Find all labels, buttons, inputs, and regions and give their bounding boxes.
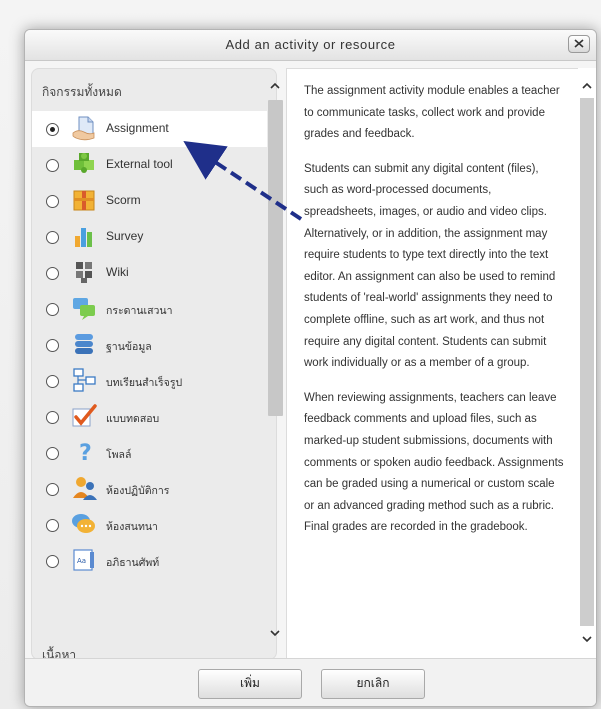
radio-button[interactable] xyxy=(46,195,59,208)
description-paragraph: The assignment activity module enables a… xyxy=(304,85,560,141)
assignment-icon xyxy=(72,116,95,141)
radio-button[interactable] xyxy=(46,231,59,244)
puzzle-icon xyxy=(74,153,94,173)
scrollbar-thumb[interactable] xyxy=(268,100,283,416)
radio-button[interactable] xyxy=(46,123,59,136)
bar-chart-icon xyxy=(75,228,92,247)
activity-description: The assignment activity module enables a… xyxy=(304,81,566,552)
description-panel: The assignment activity module enables a… xyxy=(286,68,580,660)
option-label: Assignment xyxy=(106,121,169,135)
workshop-icon xyxy=(73,477,97,500)
database-icon xyxy=(75,334,93,354)
option-label: External tool xyxy=(106,157,173,171)
dialog-footer: เพิ่ม ยกเลิก xyxy=(25,658,596,706)
radio-button[interactable] xyxy=(46,267,59,280)
activity-list-scrollbar[interactable] xyxy=(267,68,283,658)
option-quiz[interactable]: แบบทดสอบ xyxy=(32,399,267,435)
option-assignment[interactable]: Assignment xyxy=(32,111,267,147)
lesson-icon xyxy=(73,368,96,392)
category-header: กิจกรรมทั้งหมด xyxy=(42,85,122,99)
chat-icon xyxy=(72,514,95,533)
radio-button[interactable] xyxy=(46,555,59,568)
description-paragraph: When reviewing assignments, teachers can… xyxy=(304,391,564,534)
radio-button[interactable] xyxy=(46,411,59,424)
option-glossary[interactable]: Aa อภิธานศัพท์ xyxy=(32,543,267,579)
scroll-down-icon[interactable] xyxy=(582,636,592,643)
description-paragraph: Students can submit any digital content … xyxy=(304,162,556,370)
scroll-up-icon[interactable] xyxy=(582,82,592,89)
quiz-checkmark-icon xyxy=(72,404,97,427)
option-label: แบบทดสอบ xyxy=(106,413,160,425)
option-database[interactable]: ฐานข้อมูล xyxy=(32,327,267,363)
option-wiki[interactable]: Wiki xyxy=(32,255,267,291)
option-workshop[interactable]: ห้องปฏิบัติการ xyxy=(32,471,267,507)
forum-icon xyxy=(73,298,95,320)
radio-button[interactable] xyxy=(46,519,59,532)
option-label: บทเรียนสำเร็จรูป xyxy=(106,377,183,389)
option-poll[interactable]: ? โพลล์ xyxy=(32,435,267,471)
activity-list-panel: กิจกรรมทั้งหมด Assignment External tool xyxy=(31,68,277,660)
option-label: Wiki xyxy=(106,265,129,279)
radio-selected-dot xyxy=(50,127,55,132)
wiki-icon xyxy=(76,262,92,283)
option-chat[interactable]: ห้องสนทนา xyxy=(32,507,267,543)
close-button[interactable] xyxy=(568,35,590,53)
option-label: กระดานเสวนา xyxy=(106,305,173,317)
option-label: Scorm xyxy=(106,193,141,207)
option-external-tool[interactable]: External tool xyxy=(32,147,267,183)
scroll-up-icon[interactable] xyxy=(270,82,280,89)
option-forum[interactable]: กระดานเสวนา xyxy=(32,291,267,327)
svg-text:Aa: Aa xyxy=(77,557,86,565)
radio-button[interactable] xyxy=(46,159,59,172)
radio-button[interactable] xyxy=(46,375,59,388)
option-label: อภิธานศัพท์ xyxy=(106,557,160,569)
dialog-title: Add an activity or resource xyxy=(225,37,396,52)
radio-button[interactable] xyxy=(46,339,59,352)
svg-text:?: ? xyxy=(79,441,92,466)
radio-button[interactable] xyxy=(46,303,59,316)
option-label: ห้องสนทนา xyxy=(106,521,158,533)
add-activity-dialog: Add an activity or resource กิจกรรมทั้งห… xyxy=(24,29,597,707)
option-label: ฐานข้อมูล xyxy=(106,341,152,353)
dialog-titlebar: Add an activity or resource xyxy=(25,30,596,61)
description-scrollbar[interactable] xyxy=(578,68,596,658)
glossary-icon: Aa xyxy=(73,549,94,571)
radio-button[interactable] xyxy=(46,447,59,460)
close-icon xyxy=(574,39,584,48)
scroll-down-icon[interactable] xyxy=(270,630,280,637)
option-survey[interactable]: Survey xyxy=(32,219,267,255)
radio-button[interactable] xyxy=(46,483,59,496)
option-label: โพลล์ xyxy=(106,449,132,461)
option-label: Survey xyxy=(106,229,144,243)
question-mark-icon: ? xyxy=(79,441,92,466)
option-label: ห้องปฏิบัติการ xyxy=(106,485,170,497)
option-scorm[interactable]: Scorm xyxy=(32,183,267,219)
add-button[interactable]: เพิ่ม xyxy=(198,669,302,699)
scrollbar-thumb[interactable] xyxy=(580,98,594,626)
option-lesson[interactable]: บทเรียนสำเร็จรูป xyxy=(32,363,267,399)
cancel-button[interactable]: ยกเลิก xyxy=(321,669,425,699)
scorm-package-icon xyxy=(73,190,95,211)
